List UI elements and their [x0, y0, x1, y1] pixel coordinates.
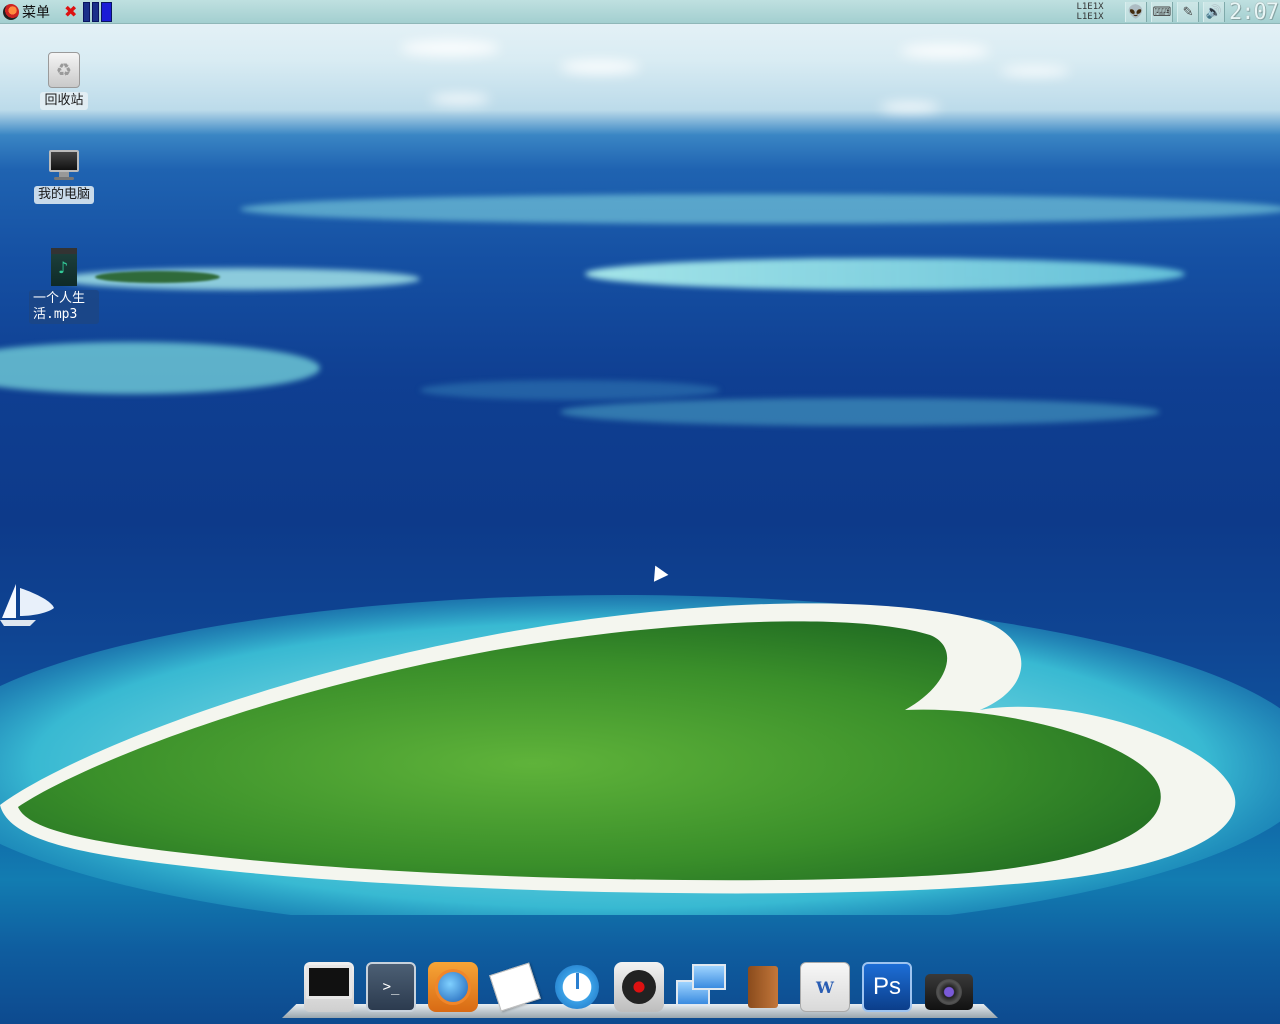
media-file-icon — [51, 248, 77, 286]
computer-icon — [47, 148, 81, 182]
workspace-pager[interactable] — [83, 1, 113, 22]
camera-icon[interactable] — [924, 962, 974, 1012]
cloud — [880, 102, 940, 112]
system-tray: L1E1X L1E1X 👽 ⌨ ✎ 🔊 2:07 — [1059, 0, 1280, 25]
word-icon[interactable]: W — [800, 962, 850, 1012]
cloud — [400, 40, 500, 56]
network-icon[interactable] — [676, 962, 726, 1012]
terminal-icon[interactable]: >_ — [366, 962, 416, 1012]
pen-icon[interactable]: ✎ — [1177, 2, 1200, 22]
address-book-icon[interactable] — [738, 962, 788, 1012]
clock[interactable]: 2:07 — [1229, 0, 1280, 25]
reef-far — [240, 194, 1280, 224]
label-line-1: 一个人生 — [33, 291, 86, 306]
photoshop-glyph: Ps — [872, 973, 901, 1000]
terminal-glyph: >_ — [382, 979, 400, 995]
small-island — [95, 271, 220, 283]
sailboat — [0, 582, 56, 630]
keyboard-icon[interactable]: ⌨ — [1151, 2, 1174, 22]
photoshop-icon[interactable]: Ps — [862, 962, 912, 1012]
display-icon[interactable] — [304, 962, 354, 1012]
top-panel: 菜单 ✖ L1E1X L1E1X 👽 ⌨ ✎ 🔊 2:07 — [0, 0, 1280, 25]
net-meter-down: L1E1X — [1076, 12, 1104, 22]
label-line-2: 活.mp3 — [33, 307, 78, 322]
close-window-icon[interactable]: ✖ — [64, 2, 77, 21]
net-meter-up: L1E1X — [1076, 2, 1104, 12]
desktop[interactable]: 菜单 ✖ L1E1X L1E1X 👽 ⌨ ✎ 🔊 2:07 ♻ 回收站 我的电脑 — [0, 0, 1280, 1024]
desktop-icon-label: 我的电脑 — [33, 186, 94, 204]
dock: >_ W Ps — [282, 962, 998, 1018]
desktop-icon-label: 一个人生 活.mp3 — [29, 290, 99, 324]
cloud — [1000, 66, 1070, 76]
cloud — [560, 60, 640, 74]
volume-icon[interactable]: 🔊 — [1203, 2, 1226, 22]
reef-left-edge — [0, 342, 320, 394]
alien-icon[interactable]: 👽 — [1125, 2, 1148, 22]
heart-island — [0, 585, 1280, 935]
reef-lagoon-right — [585, 258, 1185, 290]
desktop-icon-mp3[interactable]: 一个人生 活.mp3 — [29, 248, 99, 324]
workspace-3[interactable] — [101, 1, 113, 22]
clock-icon[interactable] — [552, 962, 602, 1012]
cloud — [430, 94, 490, 104]
record-icon[interactable] — [614, 962, 664, 1012]
start-menu-button[interactable]: 菜单 — [0, 0, 56, 24]
cloud — [900, 44, 990, 58]
menu-label: 菜单 — [22, 4, 50, 21]
desktop-icon-trash[interactable]: ♻ 回收站 — [29, 52, 99, 110]
desktop-icon-computer[interactable]: 我的电脑 — [29, 148, 99, 204]
firefox-icon[interactable] — [428, 962, 478, 1012]
mouse-cursor — [648, 562, 669, 582]
notepad-icon[interactable] — [489, 962, 541, 1012]
reef-mid-2 — [420, 380, 720, 400]
workspace-1[interactable] — [83, 1, 91, 22]
word-glyph: W — [816, 977, 834, 997]
network-meter[interactable]: L1E1X L1E1X — [1059, 1, 1121, 23]
trash-icon: ♻ — [48, 52, 80, 88]
desktop-icon-label: 回收站 — [40, 92, 88, 110]
reef-mid — [560, 398, 1160, 426]
distro-logo-icon — [3, 3, 19, 20]
workspace-2[interactable] — [92, 1, 100, 22]
